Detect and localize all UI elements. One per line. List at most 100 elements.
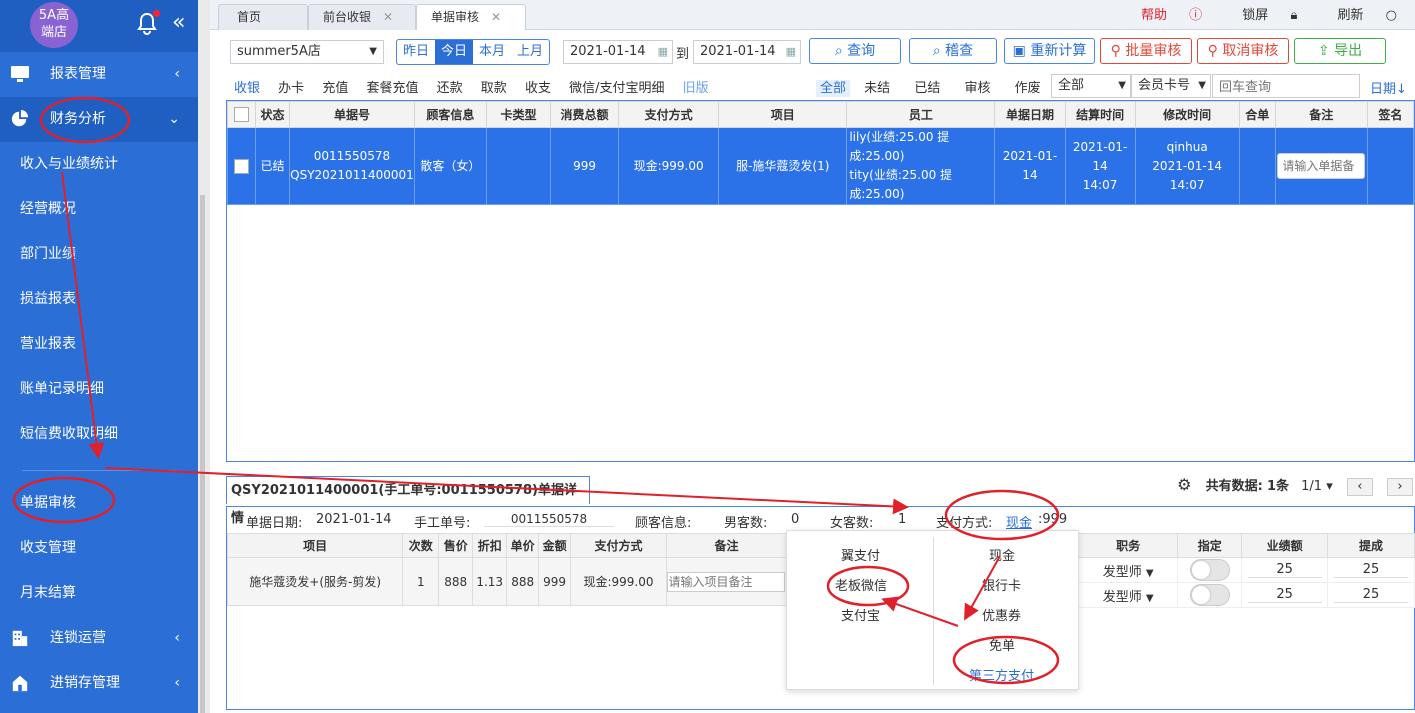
gear-icon[interactable]: ⚙ (1177, 475, 1191, 494)
next-page-button[interactable]: › (1387, 478, 1413, 496)
tab-home[interactable]: 首页 (218, 4, 308, 30)
sidebar-item-business-report[interactable]: 营业报表 (0, 322, 198, 367)
chevron-left-icon: ‹ (174, 675, 180, 691)
seg-today[interactable]: 今日 (435, 40, 474, 64)
performance-input[interactable]: 25 (1247, 562, 1322, 578)
sidebar-item-bill-audit[interactable]: 单据审核 (0, 481, 198, 526)
payment-method-link[interactable]: 现金 (1006, 512, 1032, 531)
sidebar-item-department[interactable]: 部门业绩 (0, 232, 198, 277)
close-icon[interactable]: ✕ (491, 10, 501, 24)
export-button[interactable]: ⇪ 导出 (1294, 38, 1386, 64)
col-item: 项目 (718, 101, 848, 128)
nav-card[interactable]: 办卡 (278, 81, 304, 96)
pay-option-bank-card[interactable]: 银行卡 (982, 575, 1021, 594)
nav-recharge[interactable]: 充值 (322, 81, 348, 96)
pay-option-third-party[interactable]: 第三方支付 (969, 665, 1034, 684)
refresh-button[interactable]: 刷新 ○ (1338, 8, 1415, 23)
nav-withdraw[interactable]: 取款 (481, 81, 507, 96)
commission-input[interactable]: 25 (1334, 562, 1409, 578)
pay-option-alipay[interactable]: 支付宝 (841, 605, 880, 624)
sidebar-group-finance[interactable]: 财务分析 ⌄ (0, 97, 198, 142)
batch-audit-button[interactable]: ⚲ 批量审核 (1100, 38, 1192, 64)
sidebar-scrollbar-thumb[interactable] (200, 195, 205, 713)
cell-bill-date: 2021-01-14 (994, 127, 1066, 205)
sidebar: 5A高 端店 « 报表管理 ‹ 财务分析 ⌄ 收入与业绩统计 经营概况 部门业绩… (0, 0, 198, 713)
pay-option-coupon[interactable]: 优惠券 (982, 605, 1021, 624)
seg-last-month[interactable]: 上月 (511, 40, 549, 64)
date-from-input[interactable]: 2021-01-14 ▦ (563, 40, 673, 64)
filter-select-all[interactable]: 全部 ▼ (1051, 74, 1131, 98)
designated-toggle[interactable] (1189, 584, 1230, 606)
sort-by-date[interactable]: 日期↓ (1370, 78, 1407, 97)
tab-bill-audit[interactable]: 单据审核 ✕ (416, 4, 526, 30)
table-row[interactable]: 已结 0011550578 QSY2021011400001 散客（女） 999 … (226, 127, 1415, 205)
cell-card-type (485, 127, 552, 205)
cell-staff: lily(业绩:25.00 提成:25.00) tity(业绩:25.00 提成:… (846, 127, 996, 205)
help-link[interactable]: 帮助 ⓘ (1141, 8, 1220, 23)
sidebar-group-inventory[interactable]: 进销存管理 ‹ (0, 661, 198, 706)
sidebar-group-reports[interactable]: 报表管理 ‹ (0, 52, 198, 97)
commission-input[interactable]: 25 (1334, 587, 1409, 603)
seg-this-month[interactable]: 本月 (473, 40, 511, 64)
collapse-sidebar-icon[interactable]: « (172, 10, 185, 35)
nav-old-version[interactable]: 旧版 (683, 81, 709, 96)
cancel-audit-button[interactable]: ⚲ 取消审核 (1197, 38, 1289, 64)
store-select[interactable]: summer5A店 ▼ (230, 40, 384, 64)
dropdown-arrow-icon: ▼ (1118, 80, 1126, 91)
calendar-icon: ▦ (785, 45, 796, 58)
page-select[interactable]: 1/1 ▾ (1301, 479, 1333, 494)
bell-icon[interactable] (136, 10, 160, 36)
status-unsettled[interactable]: 未结 (864, 81, 890, 96)
close-icon[interactable]: ✕ (383, 10, 393, 24)
recalculate-button[interactable]: ▣ 重新计算 (1004, 38, 1095, 64)
sidebar-item-month-end[interactable]: 月末结算 (0, 571, 198, 616)
table-row[interactable]: 施华蔻烫发+(服务-剪发) 1 888 1.13 888 999 现金:999.… (226, 557, 788, 606)
prev-page-button[interactable]: ‹ (1346, 478, 1373, 496)
nav-income-expense[interactable]: 收支 (525, 81, 551, 96)
sidebar-group-chain[interactable]: 连锁运营 ‹ (0, 616, 198, 661)
cell-payment: 现金:999.00 (618, 127, 720, 205)
nav-repay[interactable]: 还款 (437, 81, 463, 96)
calendar-icon: ▦ (657, 45, 668, 58)
audit-check-button[interactable]: ⌕ 稽查 (909, 38, 997, 64)
role-select[interactable]: 发型师 ▼ (1077, 582, 1179, 608)
search-input[interactable] (1212, 74, 1360, 98)
arrow-down-icon: ↓ (1396, 82, 1407, 97)
lock-screen-button[interactable]: 锁屏 🔒︎ (1242, 8, 1315, 23)
date-to-input[interactable]: 2021-01-14 ▦ (693, 40, 801, 64)
col-status: 状态 (255, 101, 291, 128)
bill-grid: 状态 单据号 顾客信息 卡类型 消费总额 支付方式 项目 员工 单据日期 结算时… (226, 100, 1415, 462)
pay-option-boss-wechat[interactable]: 老板微信 (835, 575, 887, 594)
pay-option-cash[interactable]: 现金 (989, 545, 1015, 564)
pay-option-free[interactable]: 免单 (989, 635, 1015, 654)
designated-toggle[interactable] (1189, 559, 1230, 581)
performance-input[interactable]: 25 (1247, 587, 1322, 603)
nav-wechat-alipay[interactable]: 微信/支付宝明细 (569, 81, 664, 96)
sidebar-item-profit-loss[interactable]: 损益报表 (0, 277, 198, 322)
manual-no-field[interactable]: 0011550578 (484, 512, 614, 527)
status-settled[interactable]: 已结 (914, 81, 940, 96)
role-select[interactable]: 发型师 ▼ (1077, 557, 1179, 583)
bill-note-input[interactable] (1277, 153, 1366, 179)
select-all-checkbox[interactable] (226, 101, 257, 128)
pay-option-yipay[interactable]: 翼支付 (841, 545, 880, 564)
dropdown-arrow-icon: ▼ (1198, 80, 1206, 91)
tab-cashier[interactable]: 前台收银 ✕ (308, 4, 416, 30)
query-button[interactable]: ⌕ 查询 (809, 38, 901, 64)
sidebar-item-income[interactable]: 收入与业绩统计 (0, 142, 198, 187)
nav-package-recharge[interactable]: 套餐充值 (366, 81, 418, 96)
status-all[interactable]: 全部 (816, 80, 851, 97)
status-audited[interactable]: 审核 (964, 81, 990, 96)
sidebar-item-sms-fees[interactable]: 短信费收取明细 (0, 412, 198, 457)
store-logo[interactable]: 5A高 端店 (30, 2, 78, 48)
item-note-input[interactable] (667, 571, 786, 592)
row-checkbox[interactable] (226, 127, 257, 205)
seg-yesterday[interactable]: 昨日 (397, 40, 435, 64)
grid-header-row: 状态 单据号 顾客信息 卡类型 消费总额 支付方式 项目 员工 单据日期 结算时… (226, 101, 1415, 128)
sidebar-item-income-expense[interactable]: 收支管理 (0, 526, 198, 571)
nav-cashier[interactable]: 收银 (234, 81, 260, 96)
sidebar-item-bill-records[interactable]: 账单记录明细 (0, 367, 198, 412)
filter-select-card[interactable]: 会员卡号 ▼ (1131, 74, 1211, 98)
status-void[interactable]: 作废 (1015, 81, 1041, 96)
sidebar-item-overview[interactable]: 经营概况 (0, 187, 198, 232)
